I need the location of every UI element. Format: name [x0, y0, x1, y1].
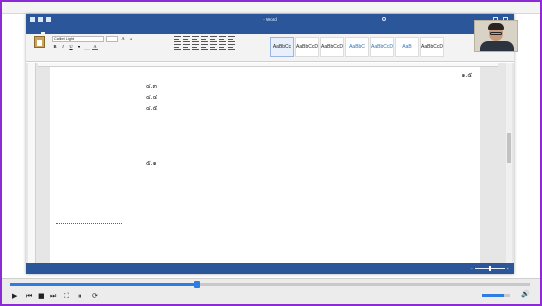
vertical-scrollbar[interactable]: [506, 63, 512, 263]
document-line[interactable]: ๔.๓: [56, 82, 157, 91]
sort-icon[interactable]: [219, 36, 226, 42]
line-text: ๔.๓: [146, 83, 157, 90]
line-text: ๕.๑: [146, 160, 157, 167]
font-name-select[interactable]: Calibri Light: [52, 36, 104, 42]
highlight-color-icon[interactable]: [84, 44, 90, 50]
style-tile[interactable]: AaB: [395, 37, 419, 57]
ribbon-tabs: [26, 25, 514, 34]
document-line[interactable]: [56, 170, 146, 179]
volume-slider[interactable]: [482, 294, 510, 297]
document-line[interactable]: [56, 137, 122, 146]
document-line[interactable]: ๔.๕: [56, 104, 157, 113]
document-line[interactable]: [56, 148, 122, 157]
volume-level: [482, 294, 505, 297]
seek-progress: [10, 283, 198, 286]
scrollbar-thumb[interactable]: [507, 133, 511, 163]
style-sample: AaBbCc: [272, 43, 292, 50]
align-left-icon[interactable]: [174, 44, 181, 50]
video-player-frame: - Word Calibri Light A A B I U a A AaBbC…: [0, 0, 542, 306]
volume-icon[interactable]: 🔊: [521, 290, 530, 298]
zoom-out-icon[interactable]: −: [471, 267, 473, 271]
document-area: ๔.๓๔.๔๔.๕๕.๑ ๑.๕: [26, 63, 514, 263]
font-group: Calibri Light A A B I U a A: [52, 36, 170, 50]
document-line[interactable]: [56, 214, 122, 224]
bullets-icon[interactable]: [174, 36, 181, 42]
document-line[interactable]: [56, 181, 146, 190]
style-sample: AaBbCcD: [296, 43, 318, 50]
line-text: ๔.๕: [146, 105, 158, 112]
seek-handle[interactable]: [194, 281, 201, 288]
frame-step-button[interactable]: ⏸: [78, 292, 82, 300]
webcam-overlay: [474, 20, 518, 52]
style-tile[interactable]: AaBbCcD: [370, 37, 394, 57]
document-line[interactable]: [56, 71, 146, 80]
style-sample: AaB: [402, 43, 412, 50]
seek-bar[interactable]: [10, 281, 530, 288]
document-line[interactable]: ๔.๔: [56, 93, 157, 102]
paragraph-group: [174, 36, 266, 50]
decrease-indent-icon[interactable]: [201, 36, 208, 42]
style-sample: AaBbCcD: [421, 43, 443, 50]
font-size-select[interactable]: [106, 36, 118, 42]
zoom-in-icon[interactable]: +: [507, 267, 509, 271]
stop-button[interactable]: ■: [38, 292, 45, 300]
line-spacing-icon[interactable]: [210, 44, 217, 50]
presenter-shirt: [480, 41, 514, 51]
bold-button[interactable]: B: [52, 44, 58, 50]
document-line[interactable]: [56, 192, 122, 201]
document-line[interactable]: [56, 126, 146, 135]
loop-button[interactable]: ⟳: [92, 292, 98, 300]
document-line[interactable]: [56, 236, 122, 245]
ribbon-home: Calibri Light A A B I U a A AaBbCc AaBbC…: [26, 34, 514, 62]
paste-icon[interactable]: [33, 36, 45, 48]
word-title-bar: - Word: [26, 14, 514, 25]
align-center-icon[interactable]: [183, 44, 190, 50]
zoom-control[interactable]: − +: [471, 266, 509, 271]
prev-button[interactable]: ⏮: [26, 292, 32, 300]
document-line[interactable]: [56, 203, 122, 212]
increase-indent-icon[interactable]: [210, 36, 217, 42]
style-sample: AaBbC: [349, 43, 365, 50]
multilevel-list-icon[interactable]: [192, 36, 199, 42]
zoom-slider[interactable]: [474, 266, 505, 271]
italic-button[interactable]: I: [60, 44, 66, 50]
player-menu-bar: [2, 2, 540, 14]
search-icon: [382, 17, 386, 21]
style-sample: AaBbCcD: [321, 43, 343, 50]
shrink-font-button[interactable]: A: [128, 36, 134, 42]
style-tile[interactable]: AaBbC: [345, 37, 369, 57]
status-bar: − +: [26, 263, 514, 274]
document-line[interactable]: ๕.๑: [56, 159, 157, 168]
presenter-hair: [488, 23, 504, 30]
style-tile[interactable]: AaBbCcD: [295, 37, 319, 57]
numbering-icon[interactable]: [183, 36, 190, 42]
style-tile[interactable]: AaBbCcD: [320, 37, 344, 57]
strikethrough-button[interactable]: a: [76, 44, 82, 50]
tell-me-search[interactable]: [382, 16, 444, 22]
vertical-ruler: [28, 63, 36, 263]
next-button[interactable]: ⏭: [50, 292, 56, 300]
underline-button[interactable]: U: [68, 44, 74, 50]
style-sample: AaBbCcD: [371, 43, 393, 50]
styles-gallery: AaBbCc AaBbCcD AaBbCcD AaBbC AaBbCcD AaB AaBbC…: [270, 36, 444, 57]
style-tile[interactable]: AaBbCc: [270, 37, 294, 57]
show-marks-icon[interactable]: [228, 36, 235, 42]
align-right-icon[interactable]: [192, 44, 199, 50]
grow-font-button[interactable]: A: [120, 36, 126, 42]
line-text: ๔.๔: [146, 94, 158, 101]
player-controls: ▶ ⏮ ■ ⏭ ⛶ ⏸ ⟳ 🔊: [2, 278, 540, 304]
word-window: - Word Calibri Light A A B I U a A AaBbC…: [26, 14, 514, 274]
line-spacing-value: ๑.๕: [461, 72, 472, 79]
font-color-icon[interactable]: A: [92, 44, 98, 50]
shading-icon[interactable]: [219, 44, 226, 50]
justify-icon[interactable]: [201, 44, 208, 50]
clipboard-group: [30, 36, 48, 58]
style-tile[interactable]: AaBbCcD: [420, 37, 444, 57]
fullscreen-button[interactable]: ⛶: [64, 292, 69, 300]
borders-icon[interactable]: [228, 44, 235, 50]
play-button[interactable]: ▶: [12, 292, 17, 300]
document-line[interactable]: [56, 115, 146, 124]
document-page[interactable]: ๔.๓๔.๔๔.๕๕.๑ ๑.๕: [50, 67, 480, 263]
presenter-glasses: [490, 32, 502, 35]
